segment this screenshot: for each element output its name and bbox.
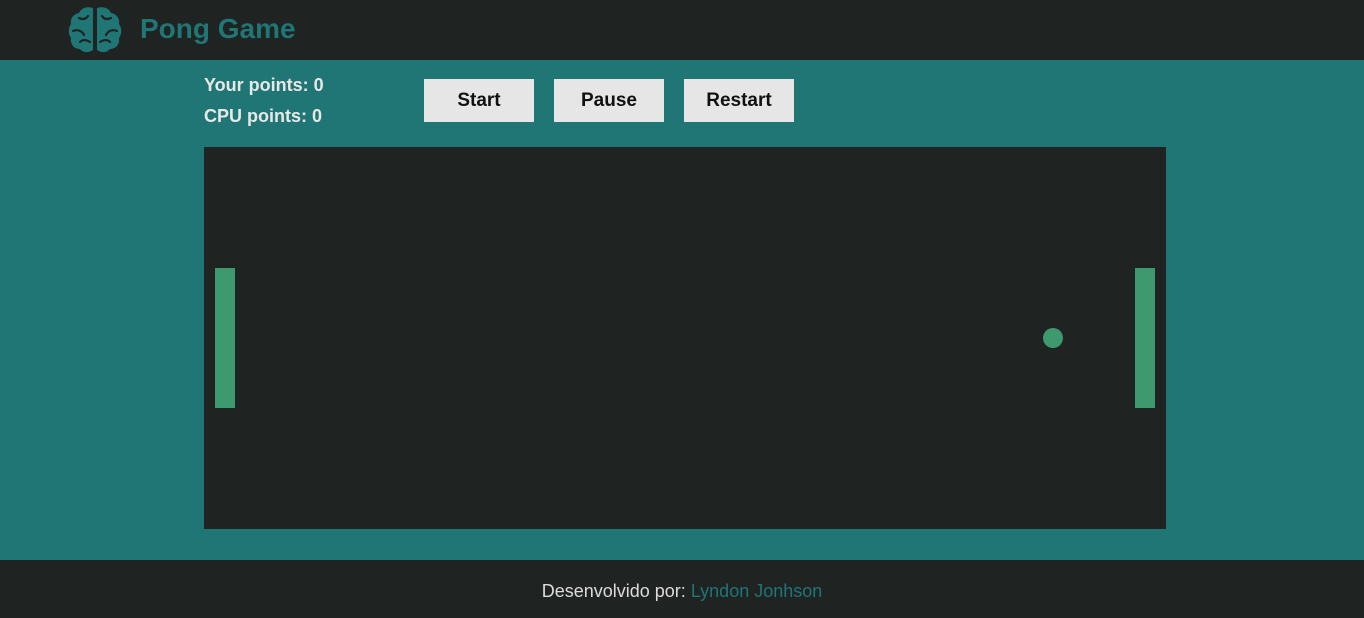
top-navbar: Pong Game [0, 0, 1364, 60]
brain-icon [68, 7, 122, 53]
start-button[interactable]: Start [424, 79, 534, 122]
footer-credit: Desenvolvido por: [541, 581, 686, 601]
cpu-paddle [1135, 268, 1155, 408]
player-score: Your points: 0 [204, 75, 324, 95]
author-link[interactable]: Lyndon Jonhson [691, 581, 822, 601]
footer: Desenvolvido por: Lyndon Jonhson [0, 560, 1364, 618]
player-paddle[interactable] [215, 268, 235, 408]
game-court[interactable] [204, 147, 1166, 529]
ball [1043, 328, 1063, 348]
app-title: Pong Game [140, 13, 296, 44]
cpu-score: CPU points: 0 [204, 106, 323, 126]
restart-button[interactable]: Restart [684, 79, 794, 122]
pause-button[interactable]: Pause [554, 79, 664, 122]
